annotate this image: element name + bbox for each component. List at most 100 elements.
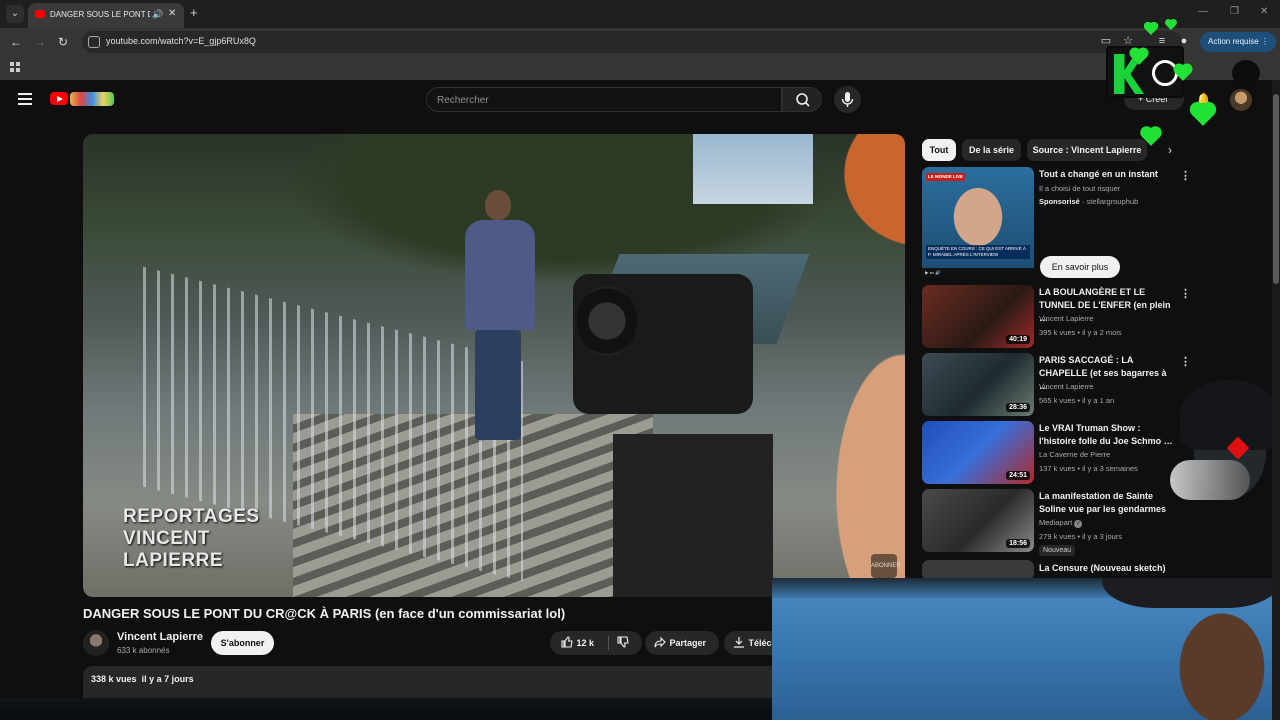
rec-thumbnail[interactable]: 24:51 (922, 421, 1034, 484)
thumbs-down-icon (617, 636, 629, 648)
video-frame-person (455, 184, 535, 444)
channel-avatar[interactable] (83, 630, 109, 656)
video-frame-sky (693, 134, 813, 204)
search-icon (796, 93, 810, 107)
youtube-favicon-icon (35, 10, 45, 18)
new-badge: Nouveau (1039, 545, 1076, 556)
minimize-icon[interactable]: — (1198, 6, 1208, 17)
url-text[interactable]: youtube.com/watch?v=E_gjp6RUx8Q (106, 36, 256, 46)
ad-sponsor-line: Sponsorisé · stellargrouphub (1039, 197, 1139, 206)
action-required-label: Action requise (1208, 37, 1259, 46)
voice-search-button[interactable] (834, 86, 861, 113)
more-vert-icon[interactable]: ⋮ (1180, 287, 1191, 300)
ad-thumbnail[interactable]: LE MONDE LIVE ENQUÊTE EN COURS : CE QUI … (922, 167, 1034, 278)
share-label: Partager (669, 638, 707, 648)
action-required-button[interactable]: Action requise ⋮ (1200, 32, 1276, 52)
rec-channel[interactable]: Mediapart ✓ (1039, 518, 1083, 528)
microphone-icon (841, 92, 854, 107)
rec-thumbnail[interactable]: 40:19 (922, 285, 1034, 348)
browser-tabstrip: ⌄ DANGER SOUS LE PONT DU CR@CK 🔊 ✕ + — ❐… (0, 0, 1280, 28)
rec-meta: 279 k vues • il y a 3 jours (1039, 532, 1123, 541)
overlay-shadow-figure (1232, 60, 1260, 86)
download-label: Téléc (748, 638, 772, 648)
chevron-right-icon[interactable]: › (1168, 143, 1172, 157)
ad-thumb-badge: LE MONDE LIVE (926, 173, 966, 181)
verified-check-icon: ✓ (1074, 520, 1083, 528)
search-input[interactable] (437, 92, 767, 108)
youtube-logo[interactable] (50, 92, 68, 105)
watermark-line-2: VINCENT LAPIERRE (123, 528, 224, 571)
rec-channel[interactable]: Vincent Lapierre (1039, 382, 1093, 391)
address-bar[interactable]: youtube.com/watch?v=E_gjp6RUx8Q (82, 31, 1182, 53)
like-dislike-group: 12 k (550, 631, 642, 655)
dislike-button[interactable] (616, 631, 630, 655)
more-vert-icon[interactable]: ⋮ (1180, 169, 1191, 182)
rec-channel[interactable]: Vincent Lapierre (1039, 314, 1093, 323)
channel-subscribe-watermark[interactable]: ABONNER (871, 554, 901, 578)
ad-thumb-controls: ▶ ⏭ 🔊 (922, 268, 1034, 278)
chip-all[interactable]: Tout (922, 139, 956, 161)
heart-icon (1192, 104, 1214, 126)
reload-icon[interactable]: ↻ (58, 35, 68, 49)
browser-tab-active[interactable]: DANGER SOUS LE PONT DU CR@CK 🔊 ✕ (28, 3, 184, 28)
share-icon (654, 636, 666, 648)
new-tab-icon[interactable]: + (190, 5, 198, 20)
bottom-dark-strip (0, 698, 780, 720)
ad-description: Il a choisi de tout risquer (1039, 184, 1121, 193)
upload-age: il y a 7 jours (141, 674, 194, 684)
rec-thumbnail[interactable] (922, 560, 1034, 580)
rec-thumbnail[interactable]: 28:36 (922, 353, 1034, 416)
page-scrollbar[interactable] (1272, 80, 1280, 720)
rec-meta: 395 k vues • il y a 2 mois (1039, 328, 1122, 337)
window-close-icon[interactable]: ✕ (1260, 6, 1268, 17)
scrollbar-thumb[interactable] (1273, 94, 1279, 284)
like-button[interactable]: 12 k (560, 631, 594, 655)
account-avatar[interactable] (1230, 89, 1252, 111)
youtube-doodle-logo[interactable] (70, 92, 114, 106)
rec-duration: 40:19 (1006, 335, 1030, 344)
share-button[interactable]: Partager (645, 631, 719, 655)
search-box[interactable] (426, 87, 782, 112)
video-frame-camera (573, 274, 753, 414)
like-count: 12 k (576, 638, 595, 648)
rec-channel-name: Mediapart (1039, 518, 1073, 527)
ad-title[interactable]: Tout a changé en un instant (1039, 168, 1173, 181)
tab-search-button[interactable]: ⌄ (6, 5, 24, 23)
ad-thumb-caption: ENQUÊTE EN COURS : CE QUI EST ARRIVÉ À P… (926, 245, 1030, 259)
tab-title: DANGER SOUS LE PONT DU CR@CK (50, 10, 150, 19)
watermark-line-1: REPORTAGES (123, 506, 260, 527)
forward-icon[interactable]: → (34, 35, 46, 49)
maximize-icon[interactable]: ❐ (1230, 6, 1239, 17)
video-meta: 338 k vues il y a 7 jours (91, 674, 194, 684)
chip-series[interactable]: De la série (962, 139, 1021, 161)
subscribe-button[interactable]: S'abonner (211, 631, 274, 655)
sponsored-label: Sponsorisé (1039, 197, 1080, 206)
streamer-overlay-figure (1150, 380, 1280, 580)
rec-meta: 137 k vues • il y a 3 semaines (1039, 464, 1138, 473)
back-icon[interactable]: ← (10, 35, 22, 49)
thumbs-up-icon (561, 636, 573, 648)
learn-more-button[interactable]: En savoir plus (1040, 256, 1120, 278)
rec-duration: 18:56 (1006, 539, 1030, 548)
hamburger-menu-icon[interactable] (18, 93, 32, 105)
apps-grid-icon[interactable] (10, 62, 20, 72)
tab-close-icon[interactable]: ✕ (168, 8, 176, 19)
subscriber-count: 633 k abonnés (117, 646, 170, 655)
channel-name[interactable]: Vincent Lapierre (117, 631, 203, 643)
chip-source[interactable]: Source : Vincent Lapierre (1027, 139, 1147, 161)
like-divider (608, 636, 609, 650)
search-button[interactable] (782, 87, 822, 112)
download-icon (734, 637, 744, 648)
rec-thumbnail[interactable]: 18:56 (922, 489, 1034, 552)
video-player[interactable]: REPORTAGES VINCENT LAPIERRE ABONNER (83, 134, 905, 597)
advertiser-name: stellargrouphub (1086, 197, 1139, 206)
browser-toolbar: ← → ↻ youtube.com/watch?v=E_gjp6RUx8Q ▭ … (0, 28, 1280, 56)
rec-channel[interactable]: La Caverne de Pierre (1039, 450, 1110, 459)
site-info-icon[interactable] (88, 36, 100, 48)
video-watermark: REPORTAGES VINCENT LAPIERRE (123, 506, 283, 572)
more-vert-icon[interactable]: ⋮ (1180, 355, 1191, 368)
audio-playing-icon[interactable]: 🔊 (152, 9, 163, 20)
youtube-masthead: + Créer 🔔 (0, 80, 1280, 120)
rec-meta: 565 k vues • il y a 1 an (1039, 396, 1115, 405)
rec-duration: 28:36 (1006, 403, 1030, 412)
